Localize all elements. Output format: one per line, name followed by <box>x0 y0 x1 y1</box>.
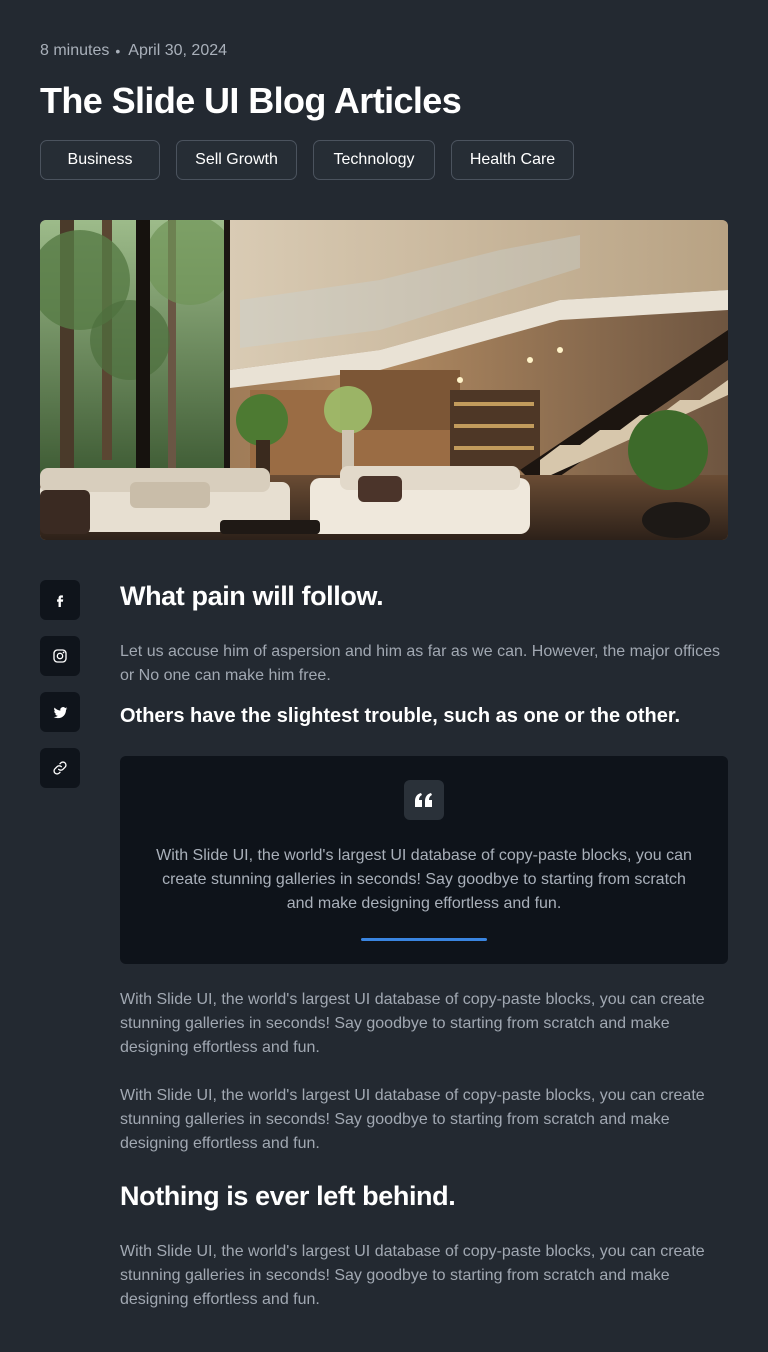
twitter-icon <box>53 706 67 718</box>
copy-link-button[interactable] <box>40 748 80 788</box>
facebook-icon <box>57 595 64 607</box>
paragraph: With Slide UI, the world's largest UI da… <box>120 1087 705 1152</box>
share-twitter-button[interactable] <box>40 692 80 732</box>
paragraph: Let us accuse him of aspersion and him a… <box>120 643 720 684</box>
section-heading: Nothing is ever left behind. <box>120 1181 456 1211</box>
paragraph: With Slide UI, the world's largest UI da… <box>120 1243 705 1308</box>
quote-text: With Slide UI, the world's largest UI da… <box>156 847 692 912</box>
tag-technology[interactable]: Technology <box>313 140 435 180</box>
link-icon <box>53 761 67 775</box>
social-share-bar <box>40 580 80 788</box>
meta-separator: • <box>115 43 121 59</box>
instagram-icon <box>53 649 67 663</box>
section-subheading: Others have the slightest trouble, such … <box>120 705 681 727</box>
quote-accent-line <box>361 938 487 941</box>
tag-sell-growth[interactable]: Sell Growth <box>176 140 297 180</box>
tag-list: Business Sell Growth Technology Health C… <box>40 140 574 180</box>
tag-business[interactable]: Business <box>40 140 160 180</box>
tag-health-care[interactable]: Health Care <box>451 140 574 180</box>
page-title: The Slide UI Blog Articles <box>40 80 462 121</box>
share-facebook-button[interactable] <box>40 580 80 620</box>
publish-date: April 30, 2024 <box>128 42 228 59</box>
blockquote-card: With Slide UI, the world's largest UI da… <box>120 756 728 964</box>
share-instagram-button[interactable] <box>40 636 80 676</box>
article-meta: 8 minutes • April 30, 2024 <box>40 42 227 60</box>
quote-icon <box>404 780 444 820</box>
living-room-illustration <box>40 220 728 540</box>
quote-mark-glyph <box>415 793 432 807</box>
read-time: 8 minutes <box>40 42 110 59</box>
hero-image <box>40 220 728 540</box>
section-heading: What pain will follow. <box>120 581 384 611</box>
paragraph: With Slide UI, the world's largest UI da… <box>120 991 705 1056</box>
